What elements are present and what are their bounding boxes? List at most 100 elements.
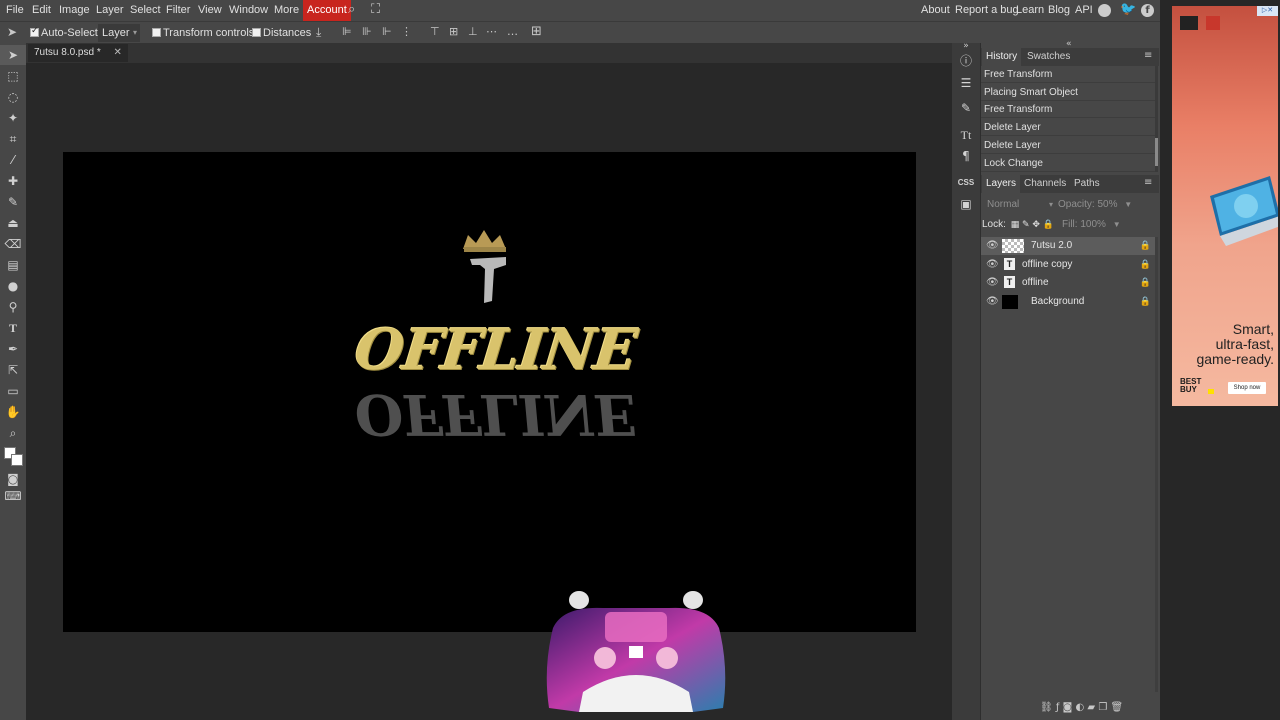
menu-more[interactable]: More: [274, 0, 299, 21]
layers-menu-icon[interactable]: ≡: [1144, 178, 1152, 188]
history-item[interactable]: Delete Layer: [981, 137, 1155, 154]
layer-row[interactable]: 👁 7utsu 2.0 🔒: [981, 237, 1155, 255]
brush-settings-icon[interactable]: ✎: [956, 99, 976, 117]
dodge-tool-icon[interactable]: ⚲: [0, 297, 26, 317]
history-item[interactable]: Free Transform: [981, 66, 1155, 83]
adjustment-icon[interactable]: ◐: [1076, 702, 1085, 713]
hand-tool-icon[interactable]: ✋: [0, 402, 26, 422]
menu-select[interactable]: Select: [130, 0, 161, 21]
info-icon[interactable]: ⓘ: [956, 52, 976, 70]
document-tab[interactable]: 7utsu 8.0.psd * ✕: [28, 44, 128, 62]
search-icon[interactable]: ⌕: [348, 3, 355, 16]
magic-wand-tool-icon[interactable]: ✦: [0, 108, 26, 128]
lock-all-icon[interactable]: 🔒: [1043, 220, 1054, 230]
type-tool-icon[interactable]: T: [0, 318, 26, 338]
character-icon[interactable]: Tt: [956, 126, 976, 144]
gradient-tool-icon[interactable]: ▤: [0, 255, 26, 275]
menu-account[interactable]: Account: [303, 0, 351, 21]
layers-scrollbar[interactable]: [1155, 237, 1158, 692]
blur-tool-icon[interactable]: ●: [0, 276, 26, 296]
marquee-tool-icon[interactable]: ⬚: [0, 66, 26, 86]
fill-control[interactable]: Fill: 100% ▼: [1062, 217, 1121, 233]
layer-row[interactable]: 👁 T offline copy 🔒: [981, 256, 1155, 274]
layer-row[interactable]: 👁 T offline 🔒: [981, 274, 1155, 292]
align-right-icon[interactable]: ⊩: [382, 26, 392, 37]
menu-about[interactable]: About: [921, 0, 950, 21]
shop-now-button[interactable]: Shop now: [1228, 382, 1266, 394]
history-item[interactable]: Lock Change: [981, 155, 1155, 172]
tab-paths[interactable]: Paths: [1070, 175, 1104, 193]
eraser-tool-icon[interactable]: ⌫: [0, 234, 26, 254]
grid-icon[interactable]: ⊞: [531, 25, 542, 38]
menu-edit[interactable]: Edit: [32, 0, 51, 21]
auto-select-checkbox[interactable]: [30, 26, 39, 37]
facebook-icon[interactable]: f: [1141, 4, 1154, 17]
tab-history[interactable]: History: [982, 48, 1022, 66]
ad-banner[interactable]: ▷✕ Smart, ultra-fast, game-ready. BEST B…: [1172, 6, 1278, 406]
image-icon[interactable]: ▣: [956, 195, 976, 213]
close-icon[interactable]: ✕: [114, 47, 122, 58]
menu-file[interactable]: File: [6, 0, 24, 21]
reddit-icon[interactable]: [1098, 4, 1111, 17]
path-select-tool-icon[interactable]: ⇱: [0, 360, 26, 380]
menu-api[interactable]: API: [1075, 0, 1093, 21]
tab-swatches[interactable]: Swatches: [1023, 48, 1074, 66]
fullscreen-icon[interactable]: ⛶: [371, 3, 380, 16]
folder-icon[interactable]: ▰: [1087, 702, 1095, 713]
distribute-icon[interactable]: ⋮: [401, 26, 412, 37]
align-middle-icon[interactable]: ⊞: [449, 26, 458, 37]
pen-tool-icon[interactable]: ✒: [0, 339, 26, 359]
layer-row[interactable]: 👁 Background 🔒: [981, 293, 1155, 311]
menu-blog[interactable]: Blog: [1048, 0, 1070, 21]
distribute-vertical-icon[interactable]: ⋯: [486, 26, 497, 37]
auto-select-target-select[interactable]: Layer ▾: [98, 24, 140, 42]
transform-controls-checkbox[interactable]: [152, 28, 161, 37]
link-icon[interactable]: ⛓: [1040, 702, 1053, 713]
zoom-tool-icon[interactable]: ⌕: [0, 423, 26, 443]
healing-tool-icon[interactable]: ✚: [0, 171, 26, 191]
history-item[interactable]: Placing Smart Object: [981, 84, 1155, 101]
visibility-eye-icon[interactable]: 👁: [986, 274, 999, 292]
background-color-swatch[interactable]: [11, 454, 23, 466]
align-top-icon[interactable]: ⊤: [430, 26, 440, 37]
align-bottom-icon[interactable]: ⊥: [468, 26, 478, 37]
visibility-eye-icon[interactable]: 👁: [986, 237, 999, 255]
history-item[interactable]: Free Transform: [981, 101, 1155, 118]
mask-icon[interactable]: ◙: [1063, 702, 1073, 713]
menu-report-bug[interactable]: Report a bug: [955, 0, 1019, 21]
visibility-eye-icon[interactable]: 👁: [986, 293, 999, 311]
trash-icon[interactable]: 🗑: [1110, 702, 1123, 713]
history-item[interactable]: Delete Layer: [981, 119, 1155, 136]
paragraph-icon[interactable]: ¶: [956, 147, 976, 165]
more-options-icon[interactable]: …: [507, 26, 518, 37]
eyedropper-tool-icon[interactable]: ⁄: [0, 150, 26, 170]
expand-icon[interactable]: «: [1066, 40, 1072, 49]
distances-checkbox[interactable]: [252, 28, 261, 37]
align-left-icon[interactable]: ⊫: [342, 26, 352, 37]
align-center-icon[interactable]: ⊪: [362, 26, 372, 37]
lock-pixels-icon[interactable]: ▦: [1011, 220, 1020, 230]
download-icon[interactable]: ⤓: [316, 26, 321, 38]
new-layer-icon[interactable]: ❐: [1098, 702, 1107, 713]
opacity-control[interactable]: Opacity: 50% ▼: [1058, 197, 1132, 213]
menu-layer[interactable]: Layer: [96, 0, 124, 21]
lock-brush-icon[interactable]: ✎: [1022, 220, 1030, 230]
collapse-icon[interactable]: »: [956, 42, 976, 51]
menu-filter[interactable]: Filter: [166, 0, 190, 21]
menu-learn[interactable]: Learn: [1016, 0, 1044, 21]
brush-tool-icon[interactable]: ✎: [0, 192, 26, 212]
menu-window[interactable]: Window: [229, 0, 268, 21]
lock-position-icon[interactable]: ✥: [1032, 220, 1040, 230]
twitter-icon[interactable]: 🐦: [1120, 3, 1136, 16]
panel-menu-icon[interactable]: ≡: [1144, 51, 1152, 61]
tab-layers[interactable]: Layers: [982, 175, 1021, 193]
lasso-tool-icon[interactable]: ◌: [0, 87, 26, 107]
effects-icon[interactable]: ƒ: [1056, 702, 1060, 713]
properties-icon[interactable]: ☰: [956, 74, 976, 92]
menu-view[interactable]: View: [198, 0, 222, 21]
visibility-eye-icon[interactable]: 👁: [986, 256, 999, 274]
canvas[interactable]: OFFLINE OFFLINE: [63, 152, 916, 632]
crop-tool-icon[interactable]: ⌗: [0, 129, 26, 149]
adchoices-icon[interactable]: ▷✕: [1257, 6, 1278, 16]
blend-mode-select[interactable]: Normal ▾: [984, 197, 1057, 213]
